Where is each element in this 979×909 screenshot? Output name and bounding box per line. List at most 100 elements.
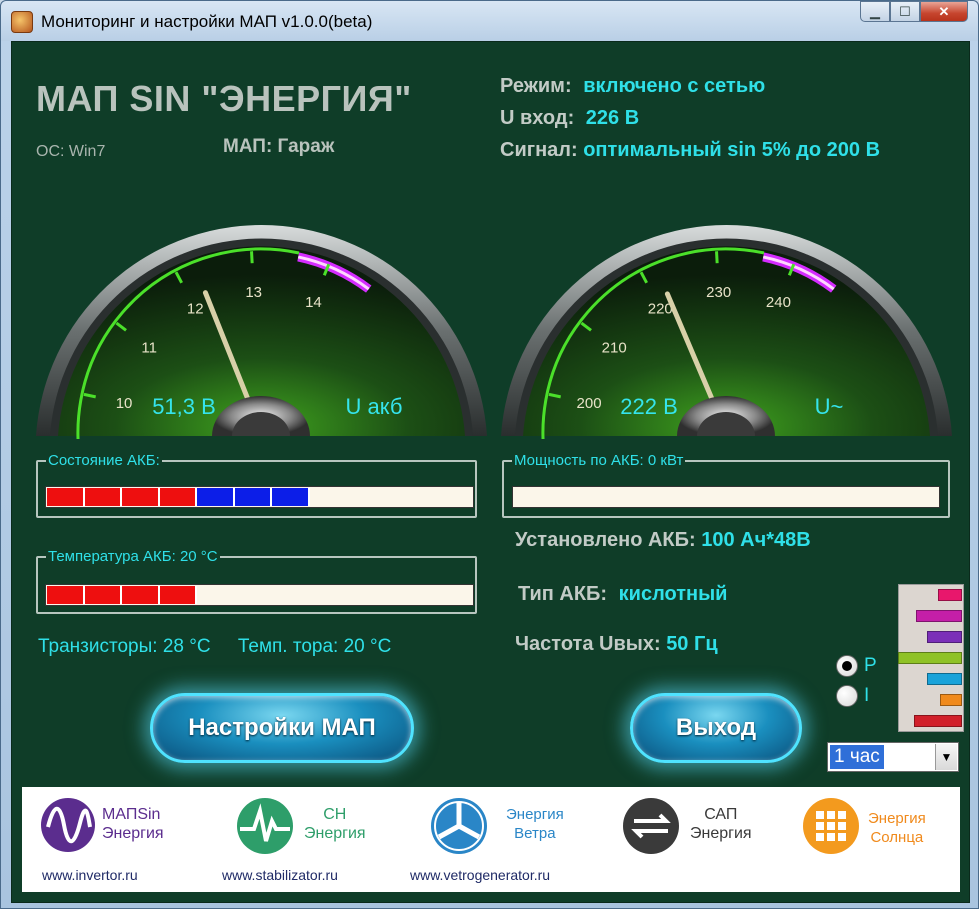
gauge-tick-label: 12 — [187, 300, 204, 317]
radio-p[interactable]: P — [836, 655, 877, 677]
input-voltage-key: U вход: — [500, 107, 575, 129]
sine-wave-icon — [41, 798, 95, 852]
power-group: Мощность по АКБ: 0 кВт — [502, 452, 950, 518]
window-title: Мониторинг и настройки МАП v1.0.0(beta) — [41, 12, 373, 31]
battery-temp-label: Температура АКБ: 20 °C — [46, 548, 220, 565]
exit-button[interactable]: Выход — [630, 693, 802, 763]
installed-battery-row: Установлено АКБ: 100 Ач*48В — [515, 529, 811, 552]
output-frequency-key: Частота Uвых: — [515, 633, 661, 655]
sun-grid-icon — [803, 798, 859, 854]
radio-i-label: I — [864, 685, 870, 706]
chevron-down-icon[interactable]: ▼ — [935, 744, 957, 770]
app-icon — [11, 11, 33, 33]
exchange-arrows-icon — [623, 798, 679, 854]
radio-i-dot[interactable] — [836, 685, 858, 707]
os-label: ОС: Win7 — [36, 143, 106, 160]
mini-chart-bar — [938, 589, 962, 601]
output-frequency-value: 50 Гц — [666, 633, 718, 655]
mode-key: Режим: — [500, 75, 572, 97]
logo-sap-line2: Энергия — [690, 825, 752, 842]
logo-vetrogenerator-url[interactable]: www.vetrogenerator.ru — [410, 867, 550, 883]
logo-invertor[interactable]: МАПSin Энергия www.invertor.ru — [40, 797, 210, 892]
battery-state-bar — [45, 486, 474, 508]
gauge-tick-label: 10 — [116, 395, 133, 412]
maximize-button[interactable]: ☐ — [890, 1, 920, 22]
gauge-tick-label: 230 — [706, 284, 731, 301]
gauge-unit-text: U~ — [815, 394, 844, 419]
bar-segment — [159, 488, 197, 506]
close-button[interactable]: ✕ — [920, 1, 968, 22]
signal-key: Сигнал: — [500, 139, 578, 161]
radio-i[interactable]: I — [836, 685, 869, 707]
logo-vetrogenerator[interactable]: Энергия Ветра www.vetrogenerator.ru — [410, 797, 590, 892]
title-bar[interactable]: Мониторинг и настройки МАП v1.0.0(beta) … — [1, 1, 978, 41]
minimize-button[interactable]: ▁ — [860, 1, 890, 22]
radio-p-dot[interactable] — [836, 655, 858, 677]
gauge-tick-label: 14 — [305, 294, 322, 311]
input-voltage-value: 226 В — [585, 107, 640, 129]
window-controls: ▁ ☐ ✕ — [860, 1, 968, 23]
output-frequency-row: Частота Uвых: 50 Гц — [515, 633, 718, 656]
app-window: Мониторинг и настройки МАП v1.0.0(beta) … — [0, 0, 979, 909]
logo-solar-line2: Солнца — [870, 829, 924, 846]
bar-segment — [84, 586, 122, 604]
gauge-tick — [250, 251, 254, 264]
mode-row: Режим: включено с сетью — [500, 75, 765, 98]
logo-solar[interactable]: Энергия Солнца — [802, 797, 952, 877]
signal-value: оптимальный sin 5% до 200 В — [583, 139, 881, 161]
bar-segment — [47, 488, 85, 506]
logo-vetrogenerator-line2: Ветра — [514, 825, 556, 842]
battery-type-key: Тип АКБ: — [518, 583, 608, 605]
wind-turbine-icon — [431, 798, 487, 854]
mini-chart-bar — [914, 715, 962, 727]
gauge-tick — [715, 251, 719, 264]
logo-vetrogenerator-name: Энергия Ветра — [506, 805, 564, 843]
power-label: Мощность по АКБ: 0 кВт — [512, 452, 686, 469]
logo-invertor-line2: Энергия — [102, 825, 164, 842]
mini-chart-bar — [916, 610, 962, 622]
period-select[interactable]: 1 час ▼ — [827, 742, 959, 772]
transistors-temp: Транзисторы: 28 °C — [38, 636, 211, 657]
gauge-value-text: 51,3 В — [152, 394, 216, 419]
bar-segment — [197, 488, 235, 506]
mini-history-chart — [898, 584, 964, 732]
installed-battery-key: Установлено АКБ: — [515, 529, 696, 551]
bar-segment — [159, 586, 197, 604]
gauge-tick-label: 210 — [602, 340, 627, 357]
period-select-value: 1 час — [830, 745, 884, 769]
bar-segment — [272, 488, 310, 506]
main-panel: МАП SIN "ЭНЕРГИЯ" ОС: Win7 МАП: Гараж Ре… — [11, 41, 970, 903]
mini-chart-bar — [927, 631, 962, 643]
logo-stabilizator-url[interactable]: www.stabilizator.ru — [222, 867, 338, 883]
logo-invertor-line1: МАПSin — [102, 806, 161, 823]
logo-invertor-url[interactable]: www.invertor.ru — [42, 867, 138, 883]
mini-chart-bar — [898, 652, 962, 664]
gauge-tick-label: 13 — [245, 284, 262, 301]
map-name-label: МАП: Гараж — [223, 136, 335, 157]
temperature-readouts: Транзисторы: 28 °C Темп. тора: 20 °C — [38, 636, 391, 658]
logo-vetrogenerator-line1: Энергия — [506, 806, 564, 823]
gauge-unit-text: U акб — [346, 394, 403, 419]
footer-logos: МАПSin Энергия www.invertor.ru СН Энерги… — [22, 787, 960, 892]
map-settings-button[interactable]: Настройки МАП — [150, 693, 414, 763]
bar-segment — [234, 488, 272, 506]
mini-chart-bar — [940, 694, 962, 706]
output-voltage-gauge: 190200210220230240 222 В U~ — [499, 164, 954, 439]
mini-chart-bar — [927, 673, 962, 685]
battery-temp-group: Температура АКБ: 20 °C — [36, 548, 477, 614]
gauge-tick-label: 240 — [766, 294, 791, 311]
battery-temp-bar — [45, 584, 474, 606]
input-voltage-row: U вход: 226 В — [500, 107, 639, 130]
logo-invertor-name: МАПSin Энергия — [102, 805, 164, 843]
pulse-icon — [237, 798, 293, 854]
logo-stabilizator[interactable]: СН Энергия www.stabilizator.ru — [222, 797, 392, 892]
logo-stabilizator-name: СН Энергия — [304, 805, 366, 843]
battery-type-row: Тип АКБ: кислотный — [518, 583, 727, 606]
logo-solar-name: Энергия Солнца — [868, 809, 926, 847]
power-bar — [512, 486, 940, 508]
logo-sap-name: САП Энергия — [690, 805, 752, 843]
logo-sap[interactable]: САП Энергия — [614, 797, 764, 877]
logo-solar-line1: Энергия — [868, 810, 926, 827]
battery-type-value: кислотный — [618, 583, 728, 605]
logo-stabilizator-line2: Энергия — [304, 825, 366, 842]
